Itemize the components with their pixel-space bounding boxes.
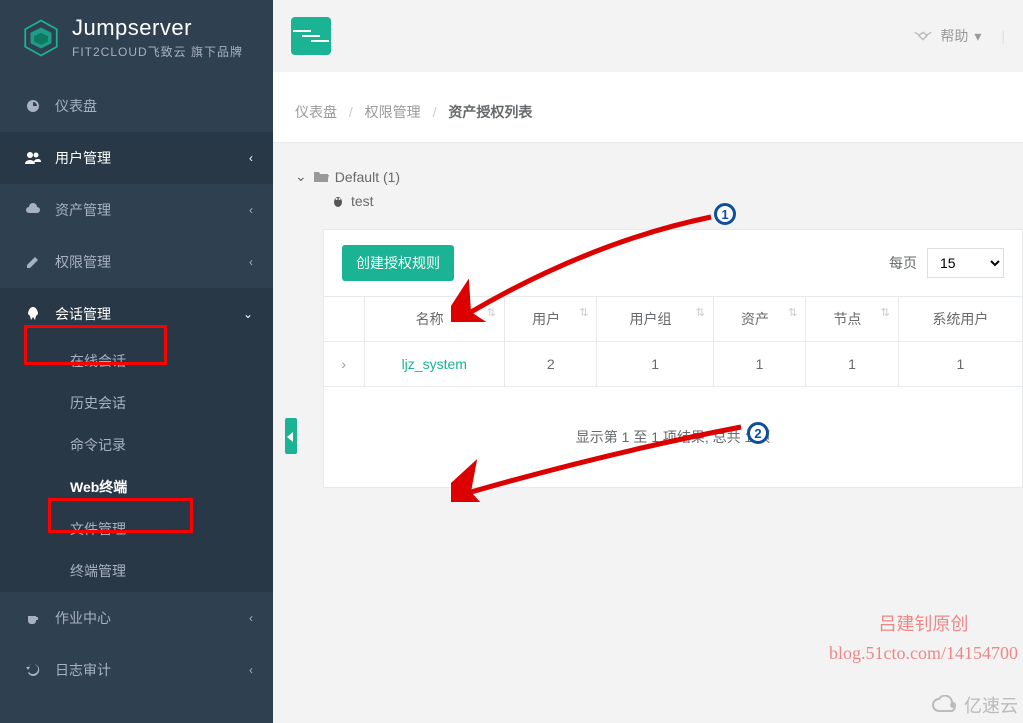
chevron-down-icon: ⌄ [295, 168, 307, 185]
users-icon [25, 150, 43, 166]
cell-node: 1 [806, 342, 898, 387]
breadcrumb: 仪表盘 / 权限管理 / 资产授权列表 [295, 102, 1001, 122]
folder-open-icon [313, 170, 329, 184]
dashboard-icon [25, 98, 43, 114]
chevron-left-icon: ‹ [249, 255, 253, 269]
create-rule-button[interactable]: 创建授权规则 [342, 245, 454, 281]
linux-icon [331, 194, 345, 208]
help-label: 帮助 [940, 26, 968, 46]
rocket-icon [25, 306, 43, 322]
col-group[interactable]: 用户组⇅ [597, 297, 713, 342]
handshake-icon [912, 27, 934, 45]
cell-sysuser: 1 [898, 342, 1022, 387]
sidebar-nav: 仪表盘 用户管理 ‹ 资产管理 ‹ 权限管理 ‹ 会话管理 ⌄ 在线会话 历史会话 命令… [0, 80, 273, 696]
chevron-left-icon: ‹ [249, 611, 253, 625]
page-size-label: 每页 [889, 253, 917, 273]
col-sysuser[interactable]: 系统用户 [898, 297, 1022, 342]
cell-user: 2 [504, 342, 596, 387]
chevron-down-icon: ⌄ [243, 307, 253, 321]
brand-subtitle: FIT2CLOUD飞致云 旗下品牌 [72, 43, 243, 60]
col-asset[interactable]: 资产⇅ [713, 297, 805, 342]
col-expand [324, 297, 364, 342]
annotation-badge-1: 1 [714, 203, 736, 225]
tree-root-node[interactable]: ⌄ Default (1) [295, 168, 1001, 185]
sidebar-label-perms: 权限管理 [55, 252, 111, 272]
tree-root-label: Default (1) [335, 169, 400, 185]
sort-icon: ⇅ [579, 309, 588, 317]
crumb-sep: / [349, 104, 353, 120]
sidebar-label-sessions: 会话管理 [55, 304, 111, 324]
submenu-commands[interactable]: 命令记录 [0, 424, 273, 466]
chevron-left-icon: ‹ [249, 151, 253, 165]
collapse-tree-button[interactable] [285, 418, 297, 454]
crumb-perms[interactable]: 权限管理 [365, 104, 421, 120]
col-node[interactable]: 节点⇅ [806, 297, 898, 342]
sidebar-item-sessions[interactable]: 会话管理 ⌄ [0, 288, 273, 340]
results-summary: 显示第 1 至 1 项结果; 总共 1 项 [324, 387, 1022, 487]
chevron-left-icon: ‹ [249, 203, 253, 217]
history-icon [25, 662, 43, 678]
tree-child-node[interactable]: test [331, 193, 1001, 209]
content: ⌄ Default (1) test 创建授权规则 每页 15 [273, 143, 1023, 488]
submenu-online[interactable]: 在线会话 [0, 340, 273, 382]
sidebar-label-users: 用户管理 [55, 148, 111, 168]
cloud-icon [25, 202, 43, 218]
perm-table: 名称⇅ 用户⇅ 用户组⇅ 资产⇅ 节点⇅ 系统用户 › ljz_system 2… [324, 297, 1022, 387]
tree-area: ⌄ Default (1) test [273, 158, 1023, 229]
cell-group: 1 [597, 342, 713, 387]
sidebar-item-audit[interactable]: 日志审计 ‹ [0, 644, 273, 696]
sidebar: Jumpserver FIT2CLOUD飞致云 旗下品牌 仪表盘 用户管理 ‹ 资… [0, 0, 273, 723]
crumb-current: 资产授权列表 [448, 104, 532, 120]
logo-area[interactable]: Jumpserver FIT2CLOUD飞致云 旗下品牌 [0, 0, 273, 80]
page-size-control: 每页 15 [889, 248, 1004, 278]
table-header-row: 名称⇅ 用户⇅ 用户组⇅ 资产⇅ 节点⇅ 系统用户 [324, 297, 1022, 342]
sessions-submenu: 在线会话 历史会话 命令记录 Web终端 文件管理 终端管理 [0, 340, 273, 592]
menu-toggle-button[interactable] [291, 17, 331, 55]
panel: 创建授权规则 每页 15 名称⇅ 用户⇅ 用户组⇅ 资产⇅ 节点⇅ 系统用户 › [323, 229, 1023, 488]
sidebar-item-users[interactable]: 用户管理 ‹ [0, 132, 273, 184]
sidebar-label-jobs: 作业中心 [55, 608, 111, 628]
logo-icon [20, 17, 62, 59]
watermark-author: 吕建钊原创 blog.51cto.com/14154700 [829, 610, 1018, 668]
submenu-terminals[interactable]: 终端管理 [0, 550, 273, 592]
page-size-select[interactable]: 15 [927, 248, 1004, 278]
sidebar-label-assets: 资产管理 [55, 200, 111, 220]
help-link[interactable]: 帮助 ▾ [912, 26, 981, 46]
sort-icon: ⇅ [788, 309, 797, 317]
topbar: 帮助 ▾ | [273, 0, 1023, 72]
col-user[interactable]: 用户⇅ [504, 297, 596, 342]
expand-row-button[interactable]: › [324, 342, 364, 387]
sidebar-item-dashboard[interactable]: 仪表盘 [0, 80, 273, 132]
annotation-badge-2: 2 [747, 422, 769, 444]
breadcrumb-row: 仪表盘 / 权限管理 / 资产授权列表 [273, 72, 1023, 143]
coffee-icon [25, 610, 43, 626]
sidebar-item-assets[interactable]: 资产管理 ‹ [0, 184, 273, 236]
divider: | [1001, 28, 1005, 44]
sort-icon: ⇅ [487, 309, 496, 317]
brand-name: Jumpserver [72, 15, 243, 41]
sort-icon: ⇅ [696, 309, 705, 317]
watermark-cloud: 亿速云 [931, 692, 1018, 718]
panel-toolbar: 创建授权规则 每页 15 [324, 230, 1022, 297]
sidebar-item-jobs[interactable]: 作业中心 ‹ [0, 592, 273, 644]
submenu-webterminal[interactable]: Web终端 [0, 466, 273, 508]
table-row: › ljz_system 2 1 1 1 1 [324, 342, 1022, 387]
sidebar-label-audit: 日志审计 [55, 660, 111, 680]
submenu-history[interactable]: 历史会话 [0, 382, 273, 424]
crumb-dashboard[interactable]: 仪表盘 [295, 104, 337, 120]
cloud-logo-icon [931, 695, 959, 715]
sidebar-label-dashboard: 仪表盘 [55, 96, 97, 116]
col-name[interactable]: 名称⇅ [364, 297, 504, 342]
sidebar-item-perms[interactable]: 权限管理 ‹ [0, 236, 273, 288]
submenu-files[interactable]: 文件管理 [0, 508, 273, 550]
cell-asset: 1 [713, 342, 805, 387]
edit-icon [25, 254, 43, 270]
tree-child-label: test [351, 193, 374, 209]
main-area: 帮助 ▾ | 仪表盘 / 权限管理 / 资产授权列表 ⌄ Default (1)… [273, 0, 1023, 723]
sort-icon: ⇅ [881, 309, 890, 317]
crumb-sep: / [433, 104, 437, 120]
caret-down-icon: ▾ [974, 28, 981, 45]
chevron-left-icon: ‹ [249, 663, 253, 677]
cell-name[interactable]: ljz_system [364, 342, 504, 387]
